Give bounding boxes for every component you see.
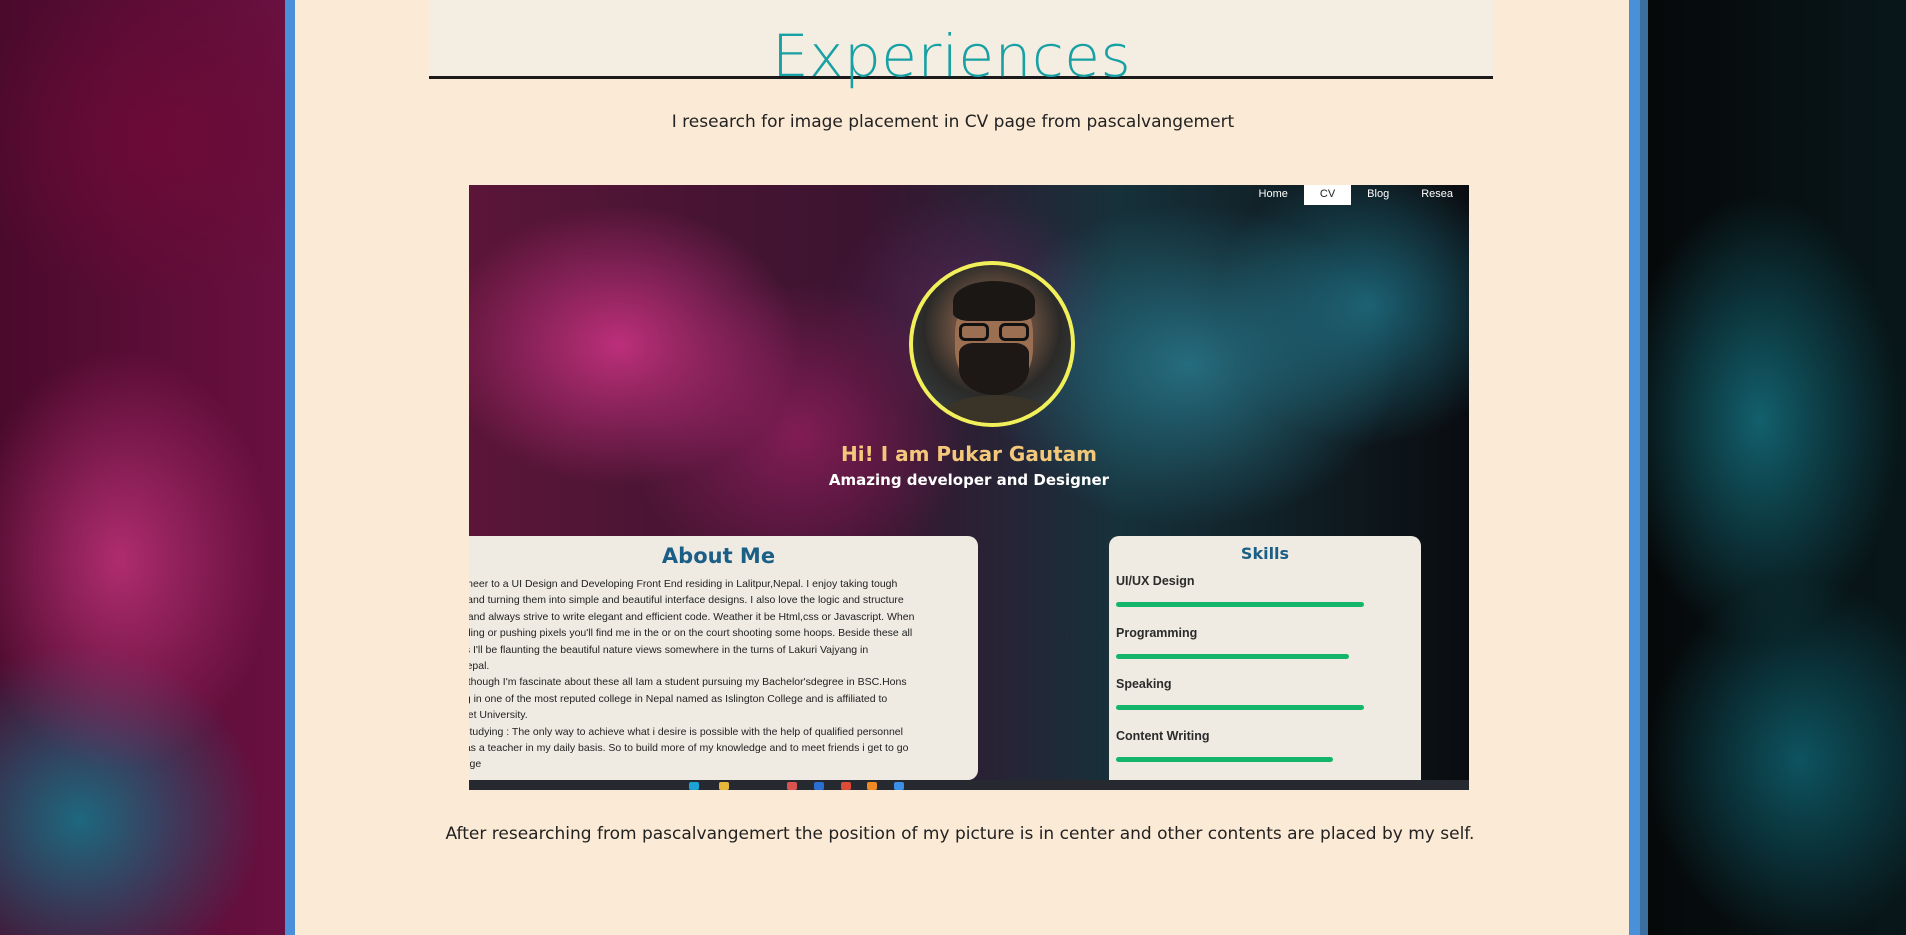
screenshot-nav: Home CV Blog Resea <box>1243 185 1469 205</box>
skill-item: UI/UX Design <box>1116 574 1416 607</box>
chrome-icon <box>841 782 851 790</box>
skill-name: UI/UX Design <box>1116 574 1195 588</box>
skills-heading: Skills <box>1240 544 1290 563</box>
app-icon <box>867 782 877 790</box>
profile-photo <box>909 261 1075 427</box>
app-icon <box>894 782 904 790</box>
page-title: Experiences <box>772 22 1132 90</box>
skill-name: Programming <box>1116 626 1198 640</box>
skill-name: Content Writing <box>1116 729 1210 743</box>
outro-text: After researching from pascalvangemert t… <box>445 824 1475 844</box>
nav-home: Home <box>1258 188 1288 200</box>
app-icon <box>787 782 797 790</box>
skill-bar <box>1116 602 1364 607</box>
skill-bar <box>1116 654 1349 659</box>
intro-text: I research for image placement in CV pag… <box>671 112 1235 132</box>
hero-name: Hi! I am Pukar Gautam <box>841 442 1097 466</box>
about-text: gineer to a UI Design and Developing Fro… <box>469 578 915 771</box>
skill-item: Speaking <box>1116 677 1416 710</box>
taskbar <box>469 780 1469 790</box>
app-icon <box>814 782 824 790</box>
about-card: About Me gineer to a UI Design and Devel… <box>469 536 978 780</box>
skill-bar <box>1116 757 1333 762</box>
frame-edge <box>1640 0 1648 935</box>
browser-icon <box>689 782 699 790</box>
nav-cv: CV <box>1303 185 1352 205</box>
skill-item: Content Writing <box>1116 729 1416 762</box>
hero-subtitle: Amazing developer and Designer <box>828 471 1110 489</box>
cv-screenshot: Home CV Blog Resea Hi! I am Pukar Gautam… <box>469 185 1469 790</box>
skill-item: Programming <box>1116 626 1416 659</box>
skills-card: Skills UI/UX Design Programming Speaking… <box>1109 536 1421 790</box>
nav-research: Resea <box>1421 188 1453 200</box>
skill-name: Speaking <box>1116 677 1172 691</box>
about-heading: About Me <box>661 544 776 568</box>
folder-icon <box>719 782 729 790</box>
skill-bar <box>1116 705 1364 710</box>
nav-blog: Blog <box>1367 188 1390 200</box>
